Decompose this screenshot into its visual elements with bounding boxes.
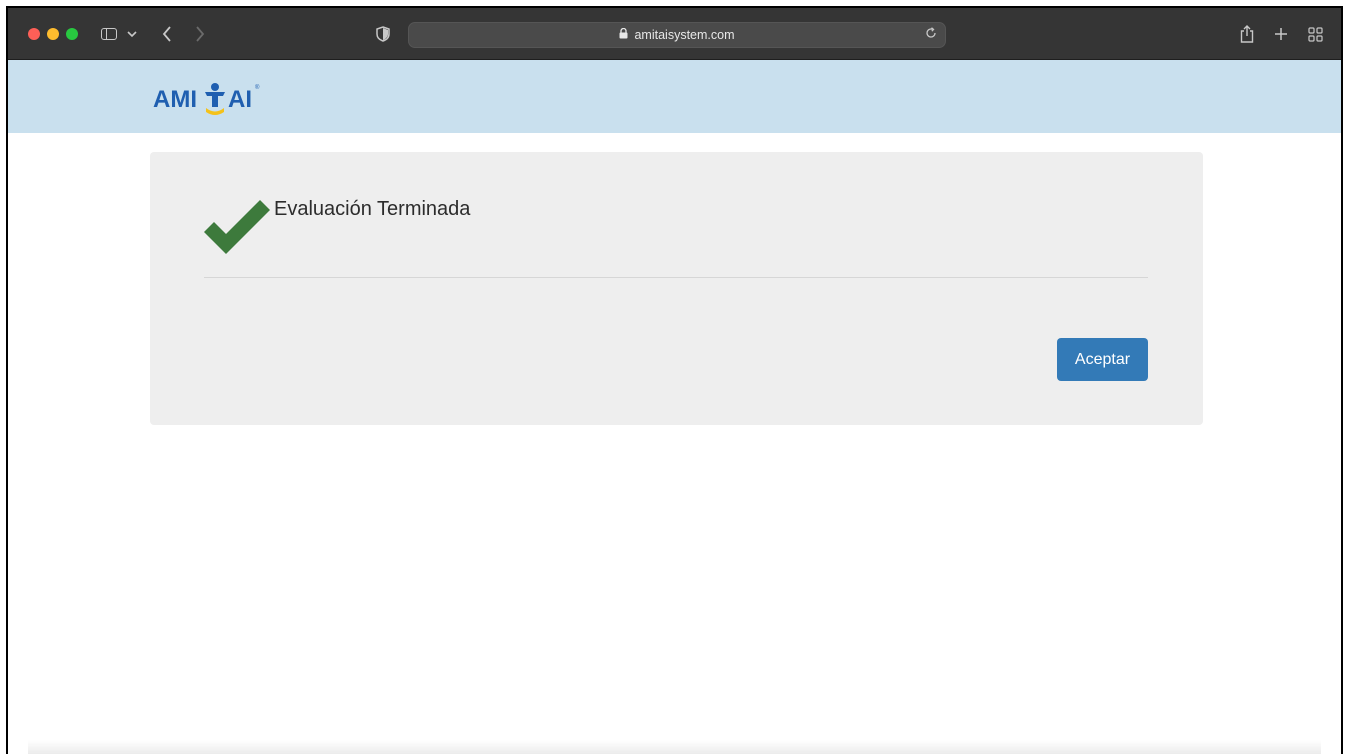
evaluation-complete-panel: Evaluación Terminada Aceptar xyxy=(150,152,1203,425)
site-header: AMI AI ® xyxy=(8,60,1341,133)
checkmark-icon xyxy=(204,200,270,254)
forward-button[interactable] xyxy=(191,22,209,46)
chevron-down-icon[interactable] xyxy=(126,22,138,46)
minimize-window-button[interactable] xyxy=(47,28,59,40)
accept-button[interactable]: Aceptar xyxy=(1057,338,1148,381)
browser-toolbar: amitaisystem.com xyxy=(8,8,1341,60)
back-button[interactable] xyxy=(158,22,176,46)
browser-window: amitaisystem.com AMI AI ® Evaluación Ter… xyxy=(6,6,1343,754)
close-window-button[interactable] xyxy=(28,28,40,40)
reload-icon[interactable] xyxy=(925,27,937,42)
amitai-logo[interactable]: AMI AI ® xyxy=(151,77,271,117)
svg-text:AMI: AMI xyxy=(153,86,197,113)
dialog-title: Evaluación Terminada xyxy=(274,198,471,220)
address-bar[interactable]: amitaisystem.com xyxy=(408,22,946,48)
zoom-window-button[interactable] xyxy=(66,28,78,40)
plus-icon[interactable] xyxy=(1272,22,1290,46)
share-icon[interactable] xyxy=(1238,22,1256,46)
url-text: amitaisystem.com xyxy=(634,28,735,42)
svg-text:AI: AI xyxy=(228,86,252,113)
lock-icon xyxy=(619,27,628,42)
divider xyxy=(204,277,1148,278)
sidebar-icon[interactable] xyxy=(98,22,120,46)
svg-text:®: ® xyxy=(255,84,260,91)
window-bottom-shadow xyxy=(28,740,1321,754)
shield-icon[interactable] xyxy=(374,22,392,46)
tab-grid-icon[interactable] xyxy=(1306,22,1324,46)
